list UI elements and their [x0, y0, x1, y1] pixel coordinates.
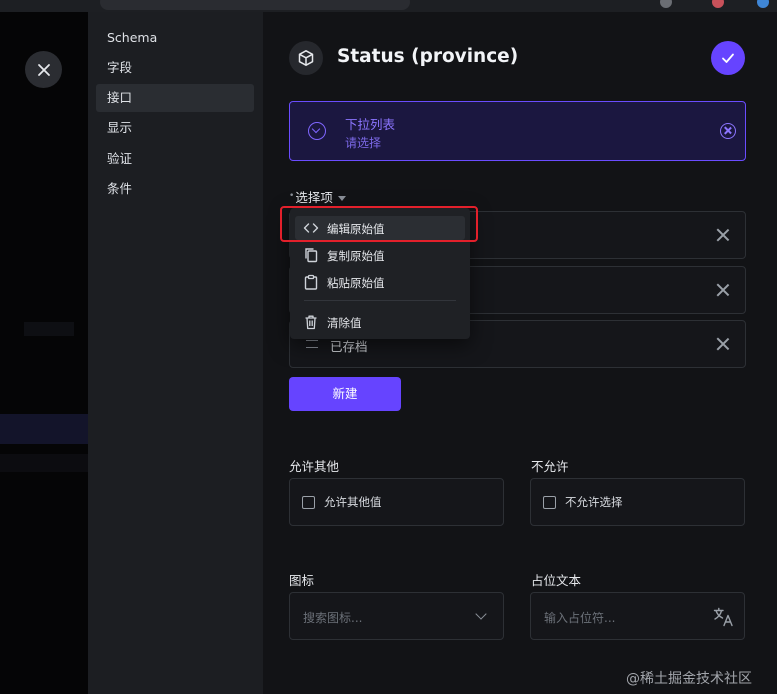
trash-icon — [305, 315, 317, 330]
allow-other-checkbox[interactable]: 允许其他值 — [289, 478, 504, 526]
settings-main: Status (province) 下拉列表 请选择 •选择项 已存档 新建 允… — [263, 12, 777, 694]
title-icon-badge — [289, 41, 323, 75]
backdrop-ghost-row — [0, 454, 88, 472]
sidebar-item-field[interactable]: 字段 — [96, 54, 254, 82]
clipboard-icon — [304, 274, 318, 290]
interface-name: 下拉列表 — [345, 117, 396, 132]
drag-handle-icon[interactable] — [306, 340, 318, 348]
browser-top-bar — [0, 0, 777, 12]
menu-item-clear-value[interactable]: 清除值 — [295, 310, 465, 334]
placeholder-input[interactable]: 输入占位符... — [530, 592, 745, 640]
copy-icon — [305, 248, 318, 263]
allow-none-text: 不允许选择 — [565, 495, 623, 509]
menu-item-label: 复制原始值 — [327, 249, 385, 263]
remove-icon[interactable] — [716, 283, 730, 297]
backdrop-ghost-row — [24, 322, 74, 336]
interface-hint: 请选择 — [345, 136, 382, 150]
allow-other-label: 允许其他 — [289, 459, 340, 474]
sidebar-item-interface[interactable]: 接口 — [96, 84, 254, 112]
required-marker: • — [289, 191, 295, 201]
add-choice-button[interactable]: 新建 — [289, 377, 401, 411]
translate-icon[interactable] — [713, 607, 735, 627]
box-icon — [298, 50, 314, 66]
save-button[interactable] — [711, 41, 745, 75]
watermark: @稀土掘金技术社区 — [626, 671, 752, 687]
menu-item-label: 编辑原始值 — [327, 222, 385, 236]
menu-divider — [304, 300, 456, 301]
allow-none-checkbox[interactable]: 不允许选择 — [530, 478, 745, 526]
close-drawer-button[interactable] — [25, 51, 62, 88]
raw-value-context-menu: 编辑原始值 复制原始值 粘贴原始值 清除值 — [290, 208, 470, 339]
clear-circle-icon[interactable] — [720, 123, 736, 139]
allow-other-text: 允许其他值 — [324, 495, 382, 509]
placeholder-input-placeholder: 输入占位符... — [544, 611, 616, 625]
browser-extension-icon[interactable] — [757, 0, 769, 8]
checkbox-icon — [302, 496, 315, 509]
browser-extension-icon[interactable] — [712, 0, 724, 8]
sidebar-item-conditions[interactable]: 条件 — [96, 175, 254, 203]
sidebar-item-schema[interactable]: Schema — [96, 24, 254, 52]
menu-item-copy-raw[interactable]: 复制原始值 — [295, 243, 465, 267]
browser-address-bar[interactable] — [100, 0, 410, 10]
check-icon — [722, 53, 734, 63]
menu-item-paste-raw[interactable]: 粘贴原始值 — [295, 270, 465, 294]
remove-icon[interactable] — [716, 228, 730, 242]
chevron-down-icon[interactable] — [475, 608, 487, 620]
code-icon — [303, 223, 319, 233]
page-title: Status (province) — [337, 46, 519, 67]
checkbox-icon — [543, 496, 556, 509]
dropdown-circle-icon — [308, 122, 326, 140]
interface-select[interactable]: 下拉列表 请选择 — [289, 101, 746, 161]
close-icon — [37, 63, 50, 76]
menu-item-edit-raw[interactable]: 编辑原始值 — [295, 216, 465, 240]
placeholder-field-label: 占位文本 — [531, 573, 582, 588]
menu-item-label: 粘贴原始值 — [327, 276, 385, 290]
sidebar-item-validation[interactable]: 验证 — [96, 145, 254, 173]
icon-search-select[interactable]: 搜索图标... — [289, 592, 504, 640]
remove-icon[interactable] — [716, 337, 730, 351]
browser-extension-icon[interactable] — [660, 0, 672, 8]
icon-search-placeholder: 搜索图标... — [303, 611, 363, 625]
settings-sidebar: Schema 字段 接口 显示 验证 条件 — [88, 12, 263, 694]
menu-item-label: 清除值 — [327, 316, 362, 330]
choices-label-text: 选择项 — [295, 190, 333, 205]
allow-none-label: 不允许 — [531, 459, 569, 474]
choices-label[interactable]: •选择项 — [289, 187, 346, 206]
page-backdrop — [0, 12, 88, 694]
backdrop-ghost-row — [0, 414, 88, 444]
caret-down-icon — [337, 196, 346, 201]
sidebar-item-display[interactable]: 显示 — [96, 114, 254, 142]
icon-field-label: 图标 — [289, 573, 315, 588]
